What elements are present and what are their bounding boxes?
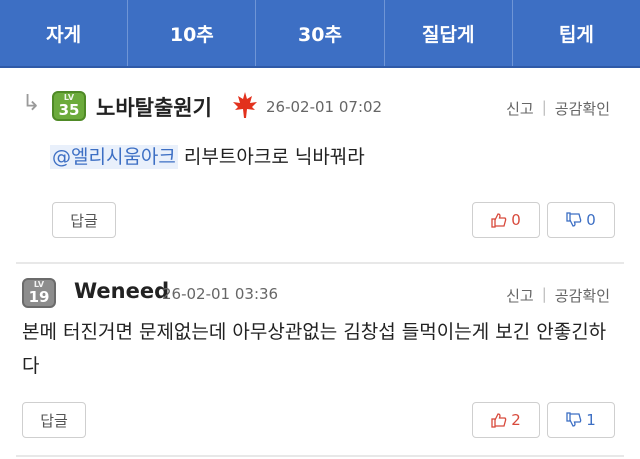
thumbs-down-icon — [566, 212, 582, 227]
tab-qna-board[interactable]: 질답게 — [385, 0, 513, 66]
comment-body: 본메 터진거면 문제없는데 아무상관없는 김창섭 들먹이는게 보긴 안좋긴하다 — [22, 315, 622, 383]
thumbs-down-icon — [566, 412, 582, 427]
maple-leaf-icon — [233, 92, 257, 118]
comment-actions: 신고 | 공감확인 — [506, 98, 610, 119]
author-nickname[interactable]: 노바탈출원기 — [96, 92, 212, 122]
comment-date: 26-02-01 07:02 — [266, 98, 383, 116]
reply-button[interactable]: 답글 — [22, 402, 86, 438]
thumbs-up-icon — [491, 413, 507, 428]
mention-link[interactable]: @엘리시움아크 — [50, 145, 178, 169]
board-tab-bar: 자게 10추 30추 질답게 팁게 — [0, 0, 640, 68]
comment-meta: LV 19 Weneed 26-02-01 03:36 신고 | 공감확인 — [0, 275, 640, 309]
report-link[interactable]: 신고 — [506, 98, 534, 119]
comment-text: 리부트아크로 닉바꿔라 — [177, 146, 365, 168]
tab-10-recommend[interactable]: 10추 — [128, 0, 257, 66]
comment-divider — [16, 455, 624, 457]
thumbs-up-icon — [491, 213, 507, 228]
tab-tips-board[interactable]: 팁게 — [513, 0, 640, 66]
comment-divider — [16, 262, 624, 264]
comment-meta: ↳ LV 35 노바탈출원기 26-02-01 07:02 신고 | 공감확인 — [0, 88, 640, 122]
downvote-button[interactable]: 0 — [547, 202, 615, 238]
downvote-count: 1 — [586, 411, 596, 429]
upvote-button[interactable]: 2 — [472, 402, 540, 438]
level-number: 35 — [58, 100, 80, 119]
tab-30-recommend[interactable]: 30추 — [256, 0, 385, 66]
comment-text: 본메 터진거면 문제없는데 아무상관없는 김창섭 들먹이는게 보긴 안좋긴하다 — [22, 321, 607, 377]
actions-separator: | — [541, 285, 547, 303]
actions-separator: | — [541, 98, 547, 116]
level-badge-prefix: LV — [63, 92, 75, 102]
reply-button[interactable]: 답글 — [52, 202, 116, 238]
comment-date: 26-02-01 03:36 — [162, 285, 279, 303]
like-check-link[interactable]: 공감확인 — [555, 285, 610, 306]
comment-item: LV 19 Weneed 26-02-01 03:36 신고 | 공감확인 본메… — [0, 265, 640, 455]
author-nickname[interactable]: Weneed — [74, 279, 169, 303]
reply-button-label: 답글 — [70, 211, 98, 230]
comment-item: ↳ LV 35 노바탈출원기 26-02-01 07:02 신고 | 공감확인 … — [0, 78, 640, 254]
reply-arrow-icon: ↳ — [22, 91, 41, 116]
upvote-button[interactable]: 0 — [472, 202, 540, 238]
downvote-count: 0 — [586, 211, 596, 229]
upvote-count: 2 — [511, 411, 521, 429]
comment-actions: 신고 | 공감확인 — [506, 285, 610, 306]
like-check-link[interactable]: 공감확인 — [555, 98, 610, 119]
level-badge-prefix: LV — [33, 279, 45, 289]
upvote-count: 0 — [511, 211, 521, 229]
report-link[interactable]: 신고 — [506, 285, 534, 306]
level-badge: LV 35 — [52, 91, 86, 121]
comment-body: @엘리시움아크 리부트아크로 닉바꿔라 — [50, 140, 365, 174]
level-badge: LV 19 — [22, 278, 56, 308]
downvote-button[interactable]: 1 — [547, 402, 615, 438]
tab-free-board[interactable]: 자게 — [0, 0, 129, 66]
level-number: 19 — [28, 287, 50, 306]
reply-button-label: 답글 — [40, 411, 68, 430]
